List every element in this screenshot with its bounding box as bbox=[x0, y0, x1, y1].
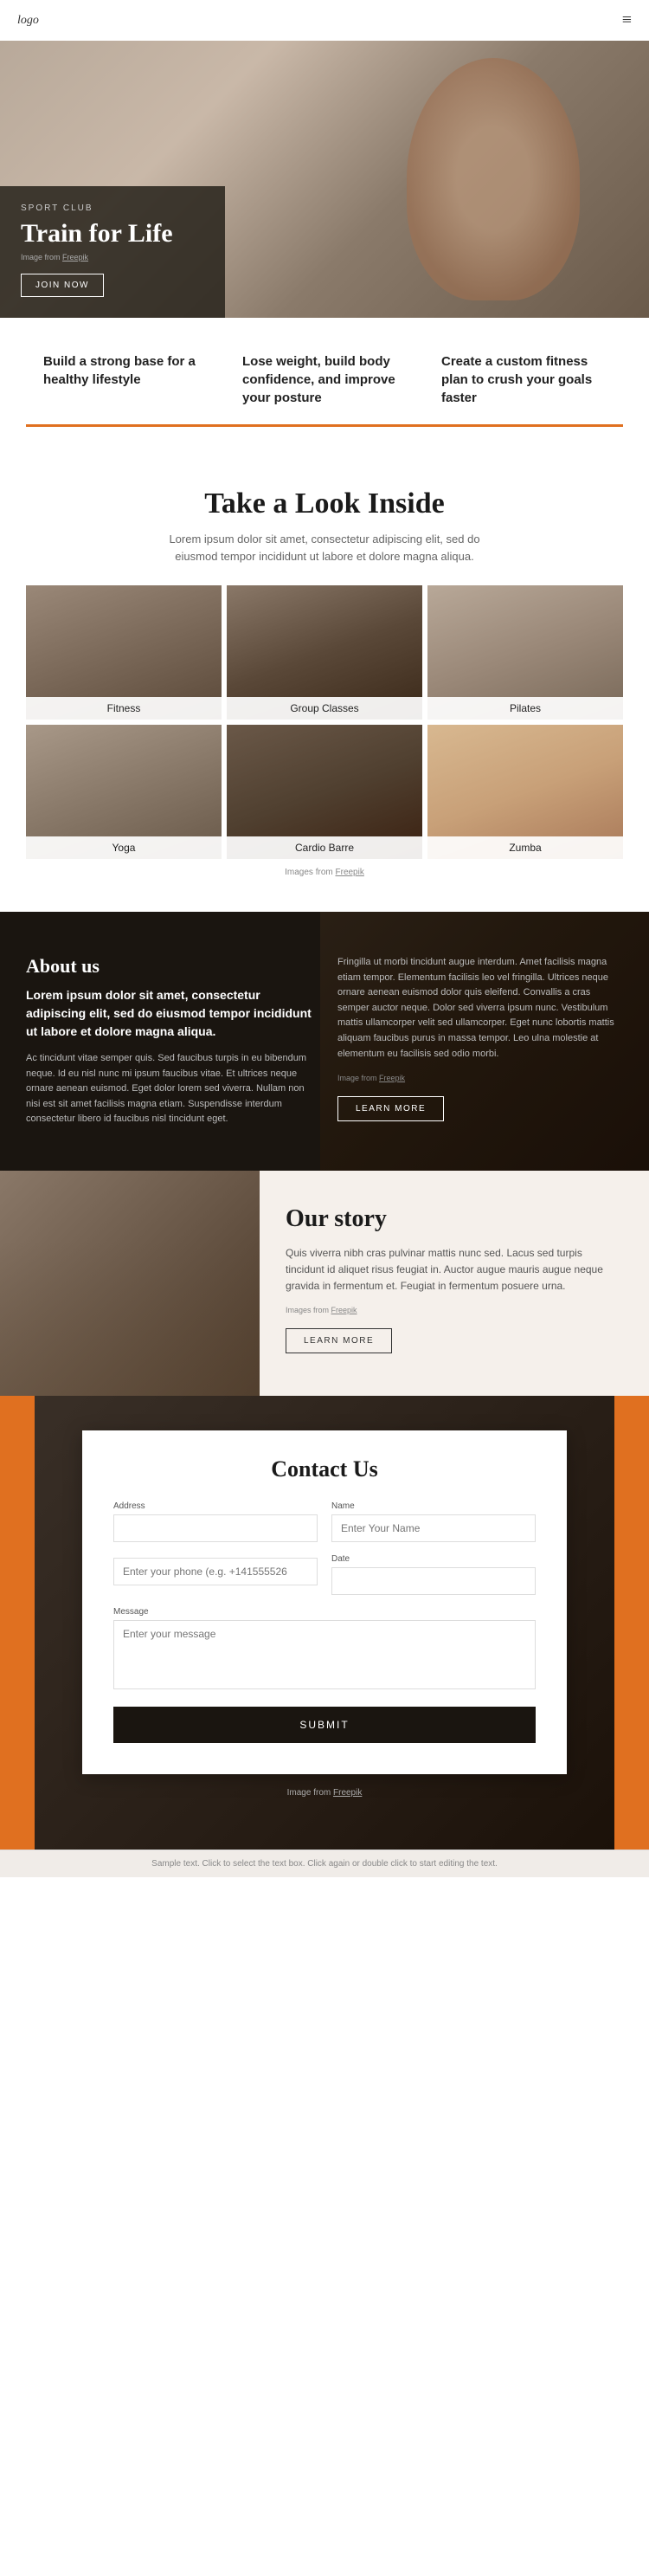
gallery-section: Take a Look Inside Lorem ipsum dolor sit… bbox=[0, 453, 649, 912]
feature-text-3: Create a custom fitness plan to crush yo… bbox=[441, 352, 606, 407]
gallery-item-group-classes[interactable]: Group Classes bbox=[227, 585, 422, 720]
menu-icon[interactable]: ≡ bbox=[622, 10, 632, 30]
contact-row-1: Address Name bbox=[113, 1501, 536, 1542]
gallery-label-pilates: Pilates bbox=[427, 697, 623, 720]
contact-bg-credit: Image from Freepik bbox=[17, 1788, 632, 1798]
about-title: About us bbox=[26, 955, 312, 978]
gallery-title: Take a Look Inside bbox=[26, 487, 623, 520]
message-textarea[interactable] bbox=[113, 1620, 536, 1689]
gallery-item-zumba[interactable]: Zumba bbox=[427, 725, 623, 859]
story-image bbox=[0, 1171, 260, 1396]
gallery-item-yoga[interactable]: Yoga bbox=[26, 725, 222, 859]
message-label: Message bbox=[113, 1607, 536, 1617]
about-text: Ac tincidunt vitae semper quis. Sed fauc… bbox=[26, 1051, 312, 1127]
feature-item-2: Lose weight, build body confidence, and … bbox=[225, 352, 424, 427]
gallery-item-pilates[interactable]: Pilates bbox=[427, 585, 623, 720]
story-title: Our story bbox=[286, 1205, 623, 1233]
date-field: Date bbox=[331, 1554, 536, 1595]
join-now-button[interactable]: JOIN NOW bbox=[21, 274, 104, 297]
feature-text-1: Build a strong base for a healthy lifest… bbox=[43, 352, 208, 389]
gallery-label-fitness: Fitness bbox=[26, 697, 222, 720]
story-section: Our story Quis viverra nibh cras pulvina… bbox=[0, 1171, 649, 1396]
hero-section: SPORT CLUB Train for Life Image from Fre… bbox=[0, 41, 649, 318]
hero-overlay: SPORT CLUB Train for Life Image from Fre… bbox=[0, 186, 225, 318]
hero-credit-link[interactable]: Freepik bbox=[62, 253, 88, 261]
submit-button[interactable]: SUBMIT bbox=[113, 1707, 536, 1743]
phone-input[interactable] bbox=[113, 1558, 318, 1585]
story-text: Quis viverra nibh cras pulvinar mattis n… bbox=[286, 1245, 623, 1295]
story-credit-link[interactable]: Freepik bbox=[331, 1306, 357, 1314]
about-subtitle: Lorem ipsum dolor sit amet, consectetur … bbox=[26, 986, 312, 1041]
gallery-label-group-classes: Group Classes bbox=[227, 697, 422, 720]
phone-field bbox=[113, 1554, 318, 1595]
contact-section: Contact Us Address Name Date Message bbox=[0, 1396, 649, 1850]
story-content: Our story Quis viverra nibh cras pulvina… bbox=[260, 1171, 649, 1396]
gallery-item-cardio-barre[interactable]: Cardio Barre bbox=[227, 725, 422, 859]
gallery-credit-link[interactable]: Freepik bbox=[336, 868, 364, 877]
feature-item-3: Create a custom fitness plan to crush yo… bbox=[424, 352, 623, 427]
date-input[interactable] bbox=[331, 1567, 536, 1595]
about-right: Fringilla ut morbi tincidunt augue inter… bbox=[337, 955, 623, 1127]
footer-note: Sample text. Click to select the text bo… bbox=[0, 1850, 649, 1877]
gallery-credit: Images from Freepik bbox=[26, 868, 623, 877]
story-img-credit: Images from Freepik bbox=[286, 1306, 623, 1314]
address-label: Address bbox=[113, 1501, 318, 1511]
about-credit-link[interactable]: Freepik bbox=[379, 1074, 405, 1082]
gallery-grid: Fitness Group Classes Pilates Yoga Cardi… bbox=[26, 585, 623, 859]
sport-club-label: SPORT CLUB bbox=[21, 203, 204, 213]
contact-title: Contact Us bbox=[113, 1456, 536, 1482]
name-label: Name bbox=[331, 1501, 536, 1511]
about-img-credit: Image from Freepik bbox=[337, 1074, 623, 1082]
hero-title: Train for Life bbox=[21, 218, 204, 249]
about-right-text: Fringilla ut morbi tincidunt augue inter… bbox=[337, 955, 623, 1062]
date-label: Date bbox=[331, 1554, 536, 1564]
about-section: About us Lorem ipsum dolor sit amet, con… bbox=[0, 912, 649, 1171]
gallery-desc: Lorem ipsum dolor sit amet, consectetur … bbox=[151, 531, 498, 565]
story-learn-more-button[interactable]: LEARN MORE bbox=[286, 1328, 392, 1353]
name-field: Name bbox=[331, 1501, 536, 1542]
name-input[interactable] bbox=[331, 1514, 536, 1542]
feature-text-2: Lose weight, build body confidence, and … bbox=[242, 352, 407, 407]
contact-row-2: Date bbox=[113, 1554, 536, 1595]
about-learn-more-button[interactable]: LEARN MORE bbox=[337, 1096, 444, 1121]
address-field: Address bbox=[113, 1501, 318, 1542]
contact-box: Contact Us Address Name Date Message bbox=[82, 1430, 567, 1774]
navbar: logo ≡ bbox=[0, 0, 649, 41]
hero-image-credit: Image from Freepik bbox=[21, 253, 204, 261]
about-left: About us Lorem ipsum dolor sit amet, con… bbox=[26, 955, 312, 1127]
gallery-label-yoga: Yoga bbox=[26, 836, 222, 859]
contact-credit-link[interactable]: Freepik bbox=[333, 1788, 362, 1798]
logo: logo bbox=[17, 14, 39, 28]
features-section: Build a strong base for a healthy lifest… bbox=[0, 318, 649, 453]
message-field: Message bbox=[113, 1607, 536, 1689]
gallery-label-cardio-barre: Cardio Barre bbox=[227, 836, 422, 859]
feature-item-1: Build a strong base for a healthy lifest… bbox=[26, 352, 225, 427]
address-input[interactable] bbox=[113, 1514, 318, 1542]
gallery-item-fitness[interactable]: Fitness bbox=[26, 585, 222, 720]
gallery-label-zumba: Zumba bbox=[427, 836, 623, 859]
